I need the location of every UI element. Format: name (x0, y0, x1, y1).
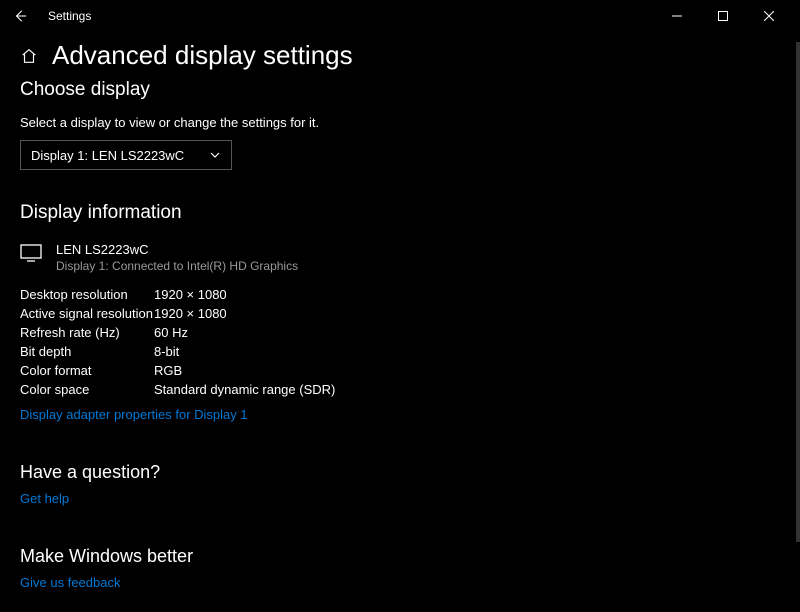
table-row: Desktop resolution 1920 × 1080 (20, 287, 780, 302)
info-value: RGB (154, 363, 182, 378)
feedback-section: Make Windows better Give us feedback (20, 546, 780, 592)
info-value: 60 Hz (154, 325, 188, 340)
back-button[interactable] (8, 4, 32, 28)
info-label: Color format (20, 363, 154, 378)
home-icon[interactable] (20, 47, 38, 65)
minimize-button[interactable] (654, 0, 700, 32)
have-question-section: Have a question? Get help (20, 462, 780, 508)
have-question-heading: Have a question? (20, 462, 780, 483)
feedback-heading: Make Windows better (20, 546, 780, 567)
info-value: 1920 × 1080 (154, 287, 227, 302)
choose-display-heading: Choose display (20, 79, 780, 101)
content-area: Advanced display settings Choose display… (0, 32, 800, 612)
table-row: Refresh rate (Hz) 60 Hz (20, 325, 780, 340)
info-label: Desktop resolution (20, 287, 154, 302)
chevron-down-icon (209, 149, 221, 161)
table-row: Color format RGB (20, 363, 780, 378)
maximize-icon (718, 11, 728, 21)
titlebar-left: Settings (8, 4, 91, 28)
display-information-heading: Display information (20, 202, 780, 224)
monitor-name: LEN LS2223wC (56, 242, 298, 257)
window-controls (654, 0, 792, 32)
display-dropdown[interactable]: Display 1: LEN LS2223wC (20, 140, 232, 170)
display-info-table: Desktop resolution 1920 × 1080 Active si… (20, 287, 780, 397)
close-icon (764, 11, 774, 21)
table-row: Active signal resolution 1920 × 1080 (20, 306, 780, 321)
info-label: Active signal resolution (20, 306, 154, 321)
arrow-left-icon (13, 9, 27, 23)
info-value: 1920 × 1080 (154, 306, 227, 321)
table-row: Bit depth 8-bit (20, 344, 780, 359)
minimize-icon (672, 11, 682, 21)
monitor-row: LEN LS2223wC Display 1: Connected to Int… (20, 242, 780, 273)
info-value: Standard dynamic range (SDR) (154, 382, 335, 397)
titlebar: Settings (0, 0, 800, 32)
adapter-properties-link[interactable]: Display adapter properties for Display 1 (20, 407, 248, 422)
app-title: Settings (48, 9, 91, 23)
info-label: Refresh rate (Hz) (20, 325, 154, 340)
table-row: Color space Standard dynamic range (SDR) (20, 382, 780, 397)
get-help-link[interactable]: Get help (20, 491, 69, 506)
close-button[interactable] (746, 0, 792, 32)
page-title: Advanced display settings (52, 40, 353, 71)
scrollbar[interactable] (796, 42, 800, 542)
monitor-connection: Display 1: Connected to Intel(R) HD Grap… (56, 259, 298, 273)
monitor-text: LEN LS2223wC Display 1: Connected to Int… (56, 242, 298, 273)
display-dropdown-value: Display 1: LEN LS2223wC (31, 148, 184, 163)
feedback-link[interactable]: Give us feedback (20, 575, 120, 590)
info-label: Color space (20, 382, 154, 397)
monitor-icon (20, 244, 42, 267)
page-header: Advanced display settings (20, 40, 780, 71)
choose-display-subtext: Select a display to view or change the s… (20, 115, 780, 130)
info-label: Bit depth (20, 344, 154, 359)
info-value: 8-bit (154, 344, 179, 359)
maximize-button[interactable] (700, 0, 746, 32)
